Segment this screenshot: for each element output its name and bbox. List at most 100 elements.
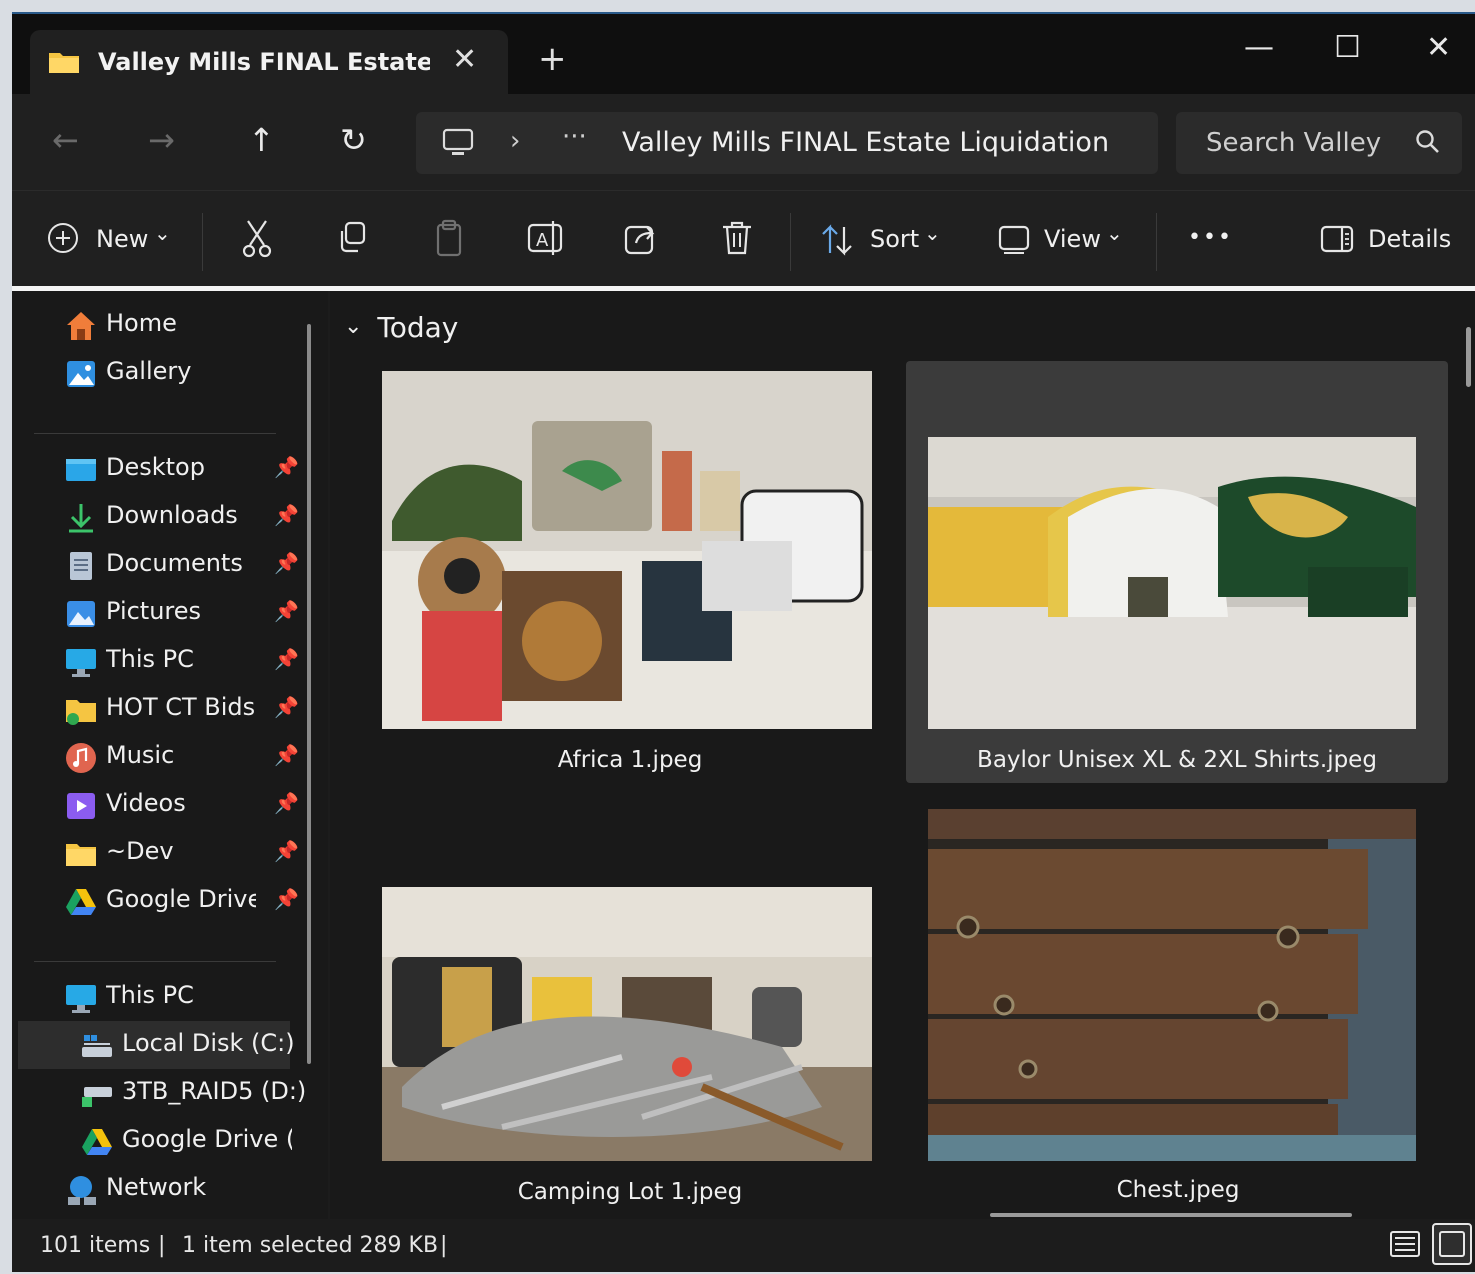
breadcrumb-chevron[interactable]: › (510, 126, 520, 156)
file-tile-selected[interactable]: Baylor Unisex XL & 2XL Shirts.jpeg (906, 361, 1448, 783)
large-icons-view-icon[interactable] (1432, 1223, 1472, 1265)
breadcrumb-current[interactable]: Valley Mills FINAL Estate Liquidation (622, 127, 1109, 158)
search-input[interactable]: Search Valley (1176, 112, 1462, 174)
pin-icon[interactable]: 📌 (274, 743, 299, 767)
sidebar-divider (34, 433, 276, 434)
file-tile[interactable]: Chest.jpeg (928, 809, 1438, 1219)
this-pc-icon (66, 985, 96, 1013)
sidebar-item-dev[interactable]: ~Dev 📌 (64, 831, 334, 875)
status-divider: | (440, 1233, 448, 1258)
tab-active[interactable]: Valley Mills FINAL Estate Liquidation ✕ (30, 30, 508, 94)
pin-icon[interactable]: 📌 (274, 695, 299, 719)
sidebar-item-label: Google Drive ( (106, 885, 256, 913)
new-button[interactable]: New ⌄ (46, 221, 196, 261)
details-button[interactable]: Details (1320, 221, 1452, 261)
copy-icon[interactable] (336, 219, 370, 257)
pin-icon[interactable]: 📌 (274, 599, 299, 623)
sidebar-item-label: Pictures (106, 597, 202, 625)
address-row: ← → ↑ ↻ › ··· Valley Mills FINAL Estate … (12, 94, 1475, 190)
search-icon (1416, 130, 1439, 153)
address-bar[interactable]: › ··· Valley Mills FINAL Estate Liquidat… (416, 112, 1158, 174)
close-tab-icon[interactable]: ✕ (452, 42, 477, 77)
delete-icon[interactable] (720, 219, 754, 259)
chevron-down-icon: ⌄ (1106, 221, 1123, 245)
sidebar-item-documents[interactable]: Documents 📌 (64, 543, 334, 587)
chevron-down-icon: ⌄ (344, 314, 363, 339)
forward-button[interactable]: → (148, 124, 175, 156)
sidebar-item-gallery[interactable]: Gallery (64, 351, 334, 395)
sidebar-item-desktop[interactable]: Desktop 📌 (64, 447, 334, 491)
content-scrollbar[interactable] (1466, 327, 1471, 387)
sidebar-scrollbar[interactable] (307, 324, 311, 1064)
cut-icon[interactable] (240, 219, 274, 259)
details-pane-icon (1320, 225, 1354, 253)
pin-icon[interactable]: 📌 (274, 503, 299, 527)
share-icon[interactable] (622, 219, 660, 259)
downloads-icon (69, 504, 93, 533)
home-icon (67, 312, 95, 340)
content-horizontal-scrollbar[interactable] (990, 1213, 1352, 1217)
paste-icon[interactable] (432, 219, 466, 259)
file-tile[interactable]: Camping Lot 1.jpeg (382, 887, 892, 1217)
command-bar: New ⌄ A Sort ⌄ View ⌄ ••• Details (12, 190, 1475, 287)
videos-icon (67, 793, 95, 819)
sidebar-item-label: Gallery (106, 357, 192, 385)
sidebar-item-label: 3TB_RAID5 (D:) (122, 1077, 307, 1105)
pin-icon[interactable]: 📌 (274, 647, 299, 671)
group-header-today[interactable]: ⌄ Today (344, 311, 458, 344)
breadcrumb-overflow[interactable]: ··· (562, 122, 587, 152)
minimize-button[interactable]: — (1244, 30, 1274, 65)
pin-icon[interactable]: 📌 (274, 455, 299, 479)
google-drive-icon (66, 889, 96, 915)
title-bar: Valley Mills FINAL Estate Liquidation ✕ … (12, 14, 1475, 94)
sidebar-item-label: Google Drive (G: (122, 1125, 292, 1153)
details-label: Details (1368, 225, 1452, 253)
sidebar-item-music[interactable]: Music 📌 (64, 735, 334, 779)
sidebar-item-hot-ct-bids[interactable]: HOT CT Bids 📌 (64, 687, 334, 731)
sidebar-item-home[interactable]: Home (64, 303, 334, 347)
file-tile[interactable]: Africa 1.jpeg (382, 371, 892, 791)
sidebar-item-label: HOT CT Bids (106, 693, 256, 721)
view-label: View (1044, 225, 1101, 253)
pin-icon[interactable]: 📌 (274, 887, 299, 911)
selection-info: 1 item selected 289 KB (182, 1233, 439, 1258)
sidebar-item-raid[interactable]: 3TB_RAID5 (D:) (80, 1071, 350, 1115)
local-disk-icon (82, 1035, 112, 1057)
maximize-button[interactable]: ☐ (1334, 30, 1361, 65)
refresh-button[interactable]: ↻ (340, 124, 367, 156)
sidebar-item-pictures[interactable]: Pictures 📌 (64, 591, 334, 635)
up-button[interactable]: ↑ (248, 124, 275, 156)
sidebar-item-videos[interactable]: Videos 📌 (64, 783, 334, 827)
network-drive-icon (82, 1087, 112, 1107)
sort-button[interactable]: Sort ⌄ (820, 221, 950, 261)
plus-circle-icon (48, 223, 78, 253)
pin-icon[interactable]: 📌 (274, 791, 299, 815)
file-thumbnail (928, 437, 1416, 729)
toolbar-divider (202, 213, 203, 271)
pictures-icon (67, 601, 95, 627)
pin-icon[interactable]: 📌 (274, 839, 299, 863)
view-button[interactable]: View ⌄ (998, 221, 1128, 261)
gallery-icon (67, 361, 95, 387)
music-icon (66, 743, 96, 773)
close-window-button[interactable]: ✕ (1426, 30, 1451, 65)
documents-icon (70, 552, 92, 580)
network-icon (68, 1176, 96, 1205)
toolbar-divider (1156, 213, 1157, 271)
sidebar-item-this-pc-pinned[interactable]: This PC 📌 (64, 639, 334, 683)
file-thumbnail (382, 371, 872, 729)
sidebar-item-google-drive-g[interactable]: Google Drive (G: (80, 1119, 350, 1163)
sidebar-item-label: Home (106, 309, 177, 337)
file-thumbnail (382, 887, 872, 1161)
sidebar-item-downloads[interactable]: Downloads 📌 (64, 495, 334, 539)
see-more-button[interactable]: ••• (1188, 225, 1233, 250)
sidebar-item-google-drive[interactable]: Google Drive ( 📌 (64, 879, 334, 923)
pin-icon[interactable]: 📌 (274, 551, 299, 575)
back-button[interactable]: ← (52, 124, 79, 156)
sidebar-item-network[interactable]: Network (64, 1167, 334, 1211)
sidebar-item-this-pc[interactable]: This PC (64, 975, 334, 1019)
details-view-icon[interactable] (1388, 1227, 1422, 1261)
file-name: Chest.jpeg (1116, 1177, 1240, 1203)
rename-icon[interactable]: A (526, 219, 564, 259)
new-tab-button[interactable]: + (538, 42, 567, 76)
